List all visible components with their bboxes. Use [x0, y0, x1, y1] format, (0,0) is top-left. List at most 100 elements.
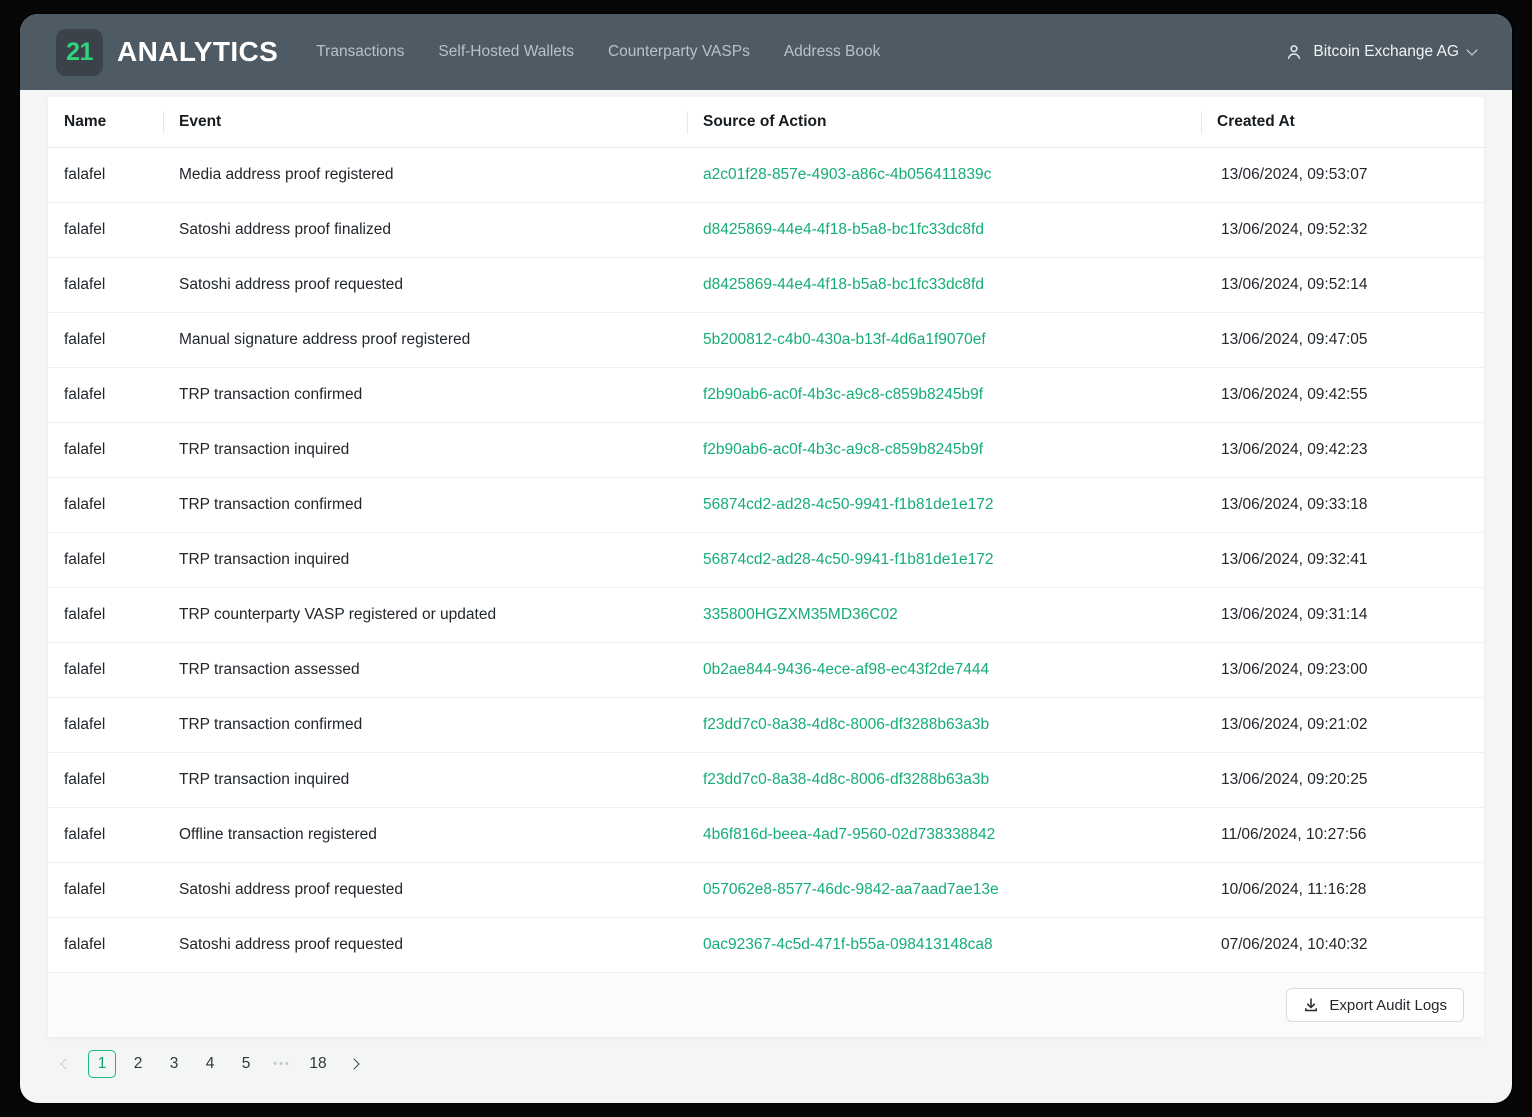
cell-source-of-action: 4b6f816d-beea-4ad7-9560-02d738338842 — [687, 826, 1201, 844]
source-of-action-link[interactable]: a2c01f28-857e-4903-a86c-4b056411839c — [703, 166, 991, 183]
cell-event: Satoshi address proof requested — [163, 936, 687, 954]
cell-name: falafel — [48, 936, 163, 954]
table-row: falafel TRP transaction inquired 56874cd… — [48, 533, 1484, 588]
cell-created-at: 13/06/2024, 09:42:23 — [1201, 441, 1484, 459]
source-of-action-link[interactable]: 5b200812-c4b0-430a-b13f-4d6a1f9070ef — [703, 331, 986, 348]
top-bar: 21 ANALYTICS Transactions Self-Hosted Wa… — [20, 14, 1512, 90]
cell-created-at: 13/06/2024, 09:47:05 — [1201, 331, 1484, 349]
table-footer: Export Audit Logs — [48, 973, 1484, 1037]
cell-created-at: 13/06/2024, 09:20:25 — [1201, 771, 1484, 789]
cell-source-of-action: 5b200812-c4b0-430a-b13f-4d6a1f9070ef — [687, 331, 1201, 349]
download-icon — [1303, 997, 1319, 1013]
cell-created-at: 13/06/2024, 09:21:02 — [1201, 716, 1484, 734]
cell-name: falafel — [48, 661, 163, 679]
table-row: falafel Offline transaction registered 4… — [48, 808, 1484, 863]
cell-source-of-action: 56874cd2-ad28-4c50-9941-f1b81de1e172 — [687, 551, 1201, 569]
source-of-action-link[interactable]: 0b2ae844-9436-4ece-af98-ec43f2de7444 — [703, 661, 989, 678]
page-button[interactable]: 2 — [124, 1050, 152, 1078]
cell-event: TRP transaction confirmed — [163, 386, 687, 404]
cell-name: falafel — [48, 551, 163, 569]
cell-name: falafel — [48, 716, 163, 734]
nav-item[interactable]: Self-Hosted Wallets — [438, 43, 574, 61]
chevron-left-icon — [60, 1058, 71, 1069]
cell-name: falafel — [48, 771, 163, 789]
cell-created-at: 13/06/2024, 09:32:41 — [1201, 551, 1484, 569]
cell-event: TRP transaction confirmed — [163, 716, 687, 734]
cell-source-of-action: 56874cd2-ad28-4c50-9941-f1b81de1e172 — [687, 496, 1201, 514]
source-of-action-link[interactable]: d8425869-44e4-4f18-b5a8-bc1fc33dc8fd — [703, 276, 984, 293]
cell-source-of-action: 0b2ae844-9436-4ece-af98-ec43f2de7444 — [687, 661, 1201, 679]
cell-name: falafel — [48, 386, 163, 404]
column-header: Created At — [1201, 97, 1484, 147]
cell-created-at: 13/06/2024, 09:42:55 — [1201, 386, 1484, 404]
cell-created-at: 13/06/2024, 09:31:14 — [1201, 606, 1484, 624]
previous-page-button[interactable] — [52, 1050, 80, 1078]
table-row: falafel TRP transaction inquired f2b90ab… — [48, 423, 1484, 478]
column-header: Source of Action — [687, 97, 1201, 147]
pagination-pages: 1 2 3 4 5 ••• 18 — [88, 1050, 332, 1078]
cell-source-of-action: f23dd7c0-8a38-4d8c-8006-df3288b63a3b — [687, 716, 1201, 734]
page-button[interactable]: 3 — [160, 1050, 188, 1078]
table-row: falafel Satoshi address proof requested … — [48, 918, 1484, 973]
cell-source-of-action: f2b90ab6-ac0f-4b3c-a9c8-c859b8245b9f — [687, 441, 1201, 459]
cell-created-at: 13/06/2024, 09:52:32 — [1201, 221, 1484, 239]
page-button[interactable]: 18 — [304, 1050, 332, 1078]
table-row: falafel TRP transaction confirmed 56874c… — [48, 478, 1484, 533]
table-row: falafel TRP transaction confirmed f23dd7… — [48, 698, 1484, 753]
column-header: Name — [48, 97, 163, 147]
table-row: falafel Manual signature address proof r… — [48, 313, 1484, 368]
source-of-action-link[interactable]: 0ac92367-4c5d-471f-b55a-098413148ca8 — [703, 936, 993, 953]
source-of-action-link[interactable]: 335800HGZXM35MD36C02 — [703, 606, 898, 623]
nav-item[interactable]: Transactions — [316, 43, 404, 61]
cell-source-of-action: f23dd7c0-8a38-4d8c-8006-df3288b63a3b — [687, 771, 1201, 789]
account-menu[interactable]: Bitcoin Exchange AG — [1284, 42, 1476, 62]
nav-item[interactable]: Counterparty VASPs — [608, 43, 750, 61]
source-of-action-link[interactable]: d8425869-44e4-4f18-b5a8-bc1fc33dc8fd — [703, 221, 984, 238]
cell-event: Offline transaction registered — [163, 826, 687, 844]
source-of-action-link[interactable]: f2b90ab6-ac0f-4b3c-a9c8-c859b8245b9f — [703, 386, 983, 403]
cell-event: Satoshi address proof requested — [163, 276, 687, 294]
table-header-row: Name Event Source of Action Created At — [48, 97, 1484, 148]
table-row: falafel Satoshi address proof finalized … — [48, 203, 1484, 258]
cell-source-of-action: 057062e8-8577-46dc-9842-aa7aad7ae13e — [687, 881, 1201, 899]
page-button[interactable]: ••• — [268, 1050, 296, 1078]
source-of-action-link[interactable]: f23dd7c0-8a38-4d8c-8006-df3288b63a3b — [703, 716, 989, 733]
cell-event: Satoshi address proof finalized — [163, 221, 687, 239]
page-button[interactable]: 1 — [88, 1050, 116, 1078]
cell-created-at: 13/06/2024, 09:53:07 — [1201, 166, 1484, 184]
cell-source-of-action: 0ac92367-4c5d-471f-b55a-098413148ca8 — [687, 936, 1201, 954]
cell-name: falafel — [48, 881, 163, 899]
table-row: falafel TRP transaction inquired f23dd7c… — [48, 753, 1484, 808]
nav-item[interactable]: Address Book — [784, 43, 881, 61]
audit-log-card: Name Event Source of Action Created At f… — [48, 97, 1484, 1037]
pagination: 1 2 3 4 5 ••• 18 — [52, 1050, 1512, 1078]
page-button[interactable]: 4 — [196, 1050, 224, 1078]
page-button[interactable]: 5 — [232, 1050, 260, 1078]
user-icon — [1284, 42, 1304, 62]
app-window: 21 ANALYTICS Transactions Self-Hosted Wa… — [20, 14, 1512, 1103]
export-audit-logs-button[interactable]: Export Audit Logs — [1286, 988, 1464, 1022]
table-row: falafel TRP transaction assessed 0b2ae84… — [48, 643, 1484, 698]
chevron-right-icon — [348, 1058, 359, 1069]
source-of-action-link[interactable]: 56874cd2-ad28-4c50-9941-f1b81de1e172 — [703, 496, 993, 513]
cell-event: Satoshi address proof requested — [163, 881, 687, 899]
source-of-action-link[interactable]: f2b90ab6-ac0f-4b3c-a9c8-c859b8245b9f — [703, 441, 983, 458]
source-of-action-link[interactable]: 057062e8-8577-46dc-9842-aa7aad7ae13e — [703, 881, 999, 898]
source-of-action-link[interactable]: 4b6f816d-beea-4ad7-9560-02d738338842 — [703, 826, 995, 843]
export-button-label: Export Audit Logs — [1329, 997, 1447, 1014]
cell-event: Manual signature address proof registere… — [163, 331, 687, 349]
source-of-action-link[interactable]: 56874cd2-ad28-4c50-9941-f1b81de1e172 — [703, 551, 993, 568]
source-of-action-link[interactable]: f23dd7c0-8a38-4d8c-8006-df3288b63a3b — [703, 771, 989, 788]
cell-source-of-action: f2b90ab6-ac0f-4b3c-a9c8-c859b8245b9f — [687, 386, 1201, 404]
main-nav: Transactions Self-Hosted Wallets Counter… — [316, 43, 880, 61]
next-page-button[interactable] — [340, 1050, 368, 1078]
cell-name: falafel — [48, 826, 163, 844]
cell-event: TRP transaction inquired — [163, 551, 687, 569]
cell-name: falafel — [48, 496, 163, 514]
column-header: Event — [163, 97, 687, 147]
cell-event: TRP transaction inquired — [163, 771, 687, 789]
table-body: falafel Media address proof registered a… — [48, 148, 1484, 973]
cell-source-of-action: a2c01f28-857e-4903-a86c-4b056411839c — [687, 166, 1201, 184]
cell-name: falafel — [48, 606, 163, 624]
cell-event: TRP counterparty VASP registered or upda… — [163, 606, 687, 624]
